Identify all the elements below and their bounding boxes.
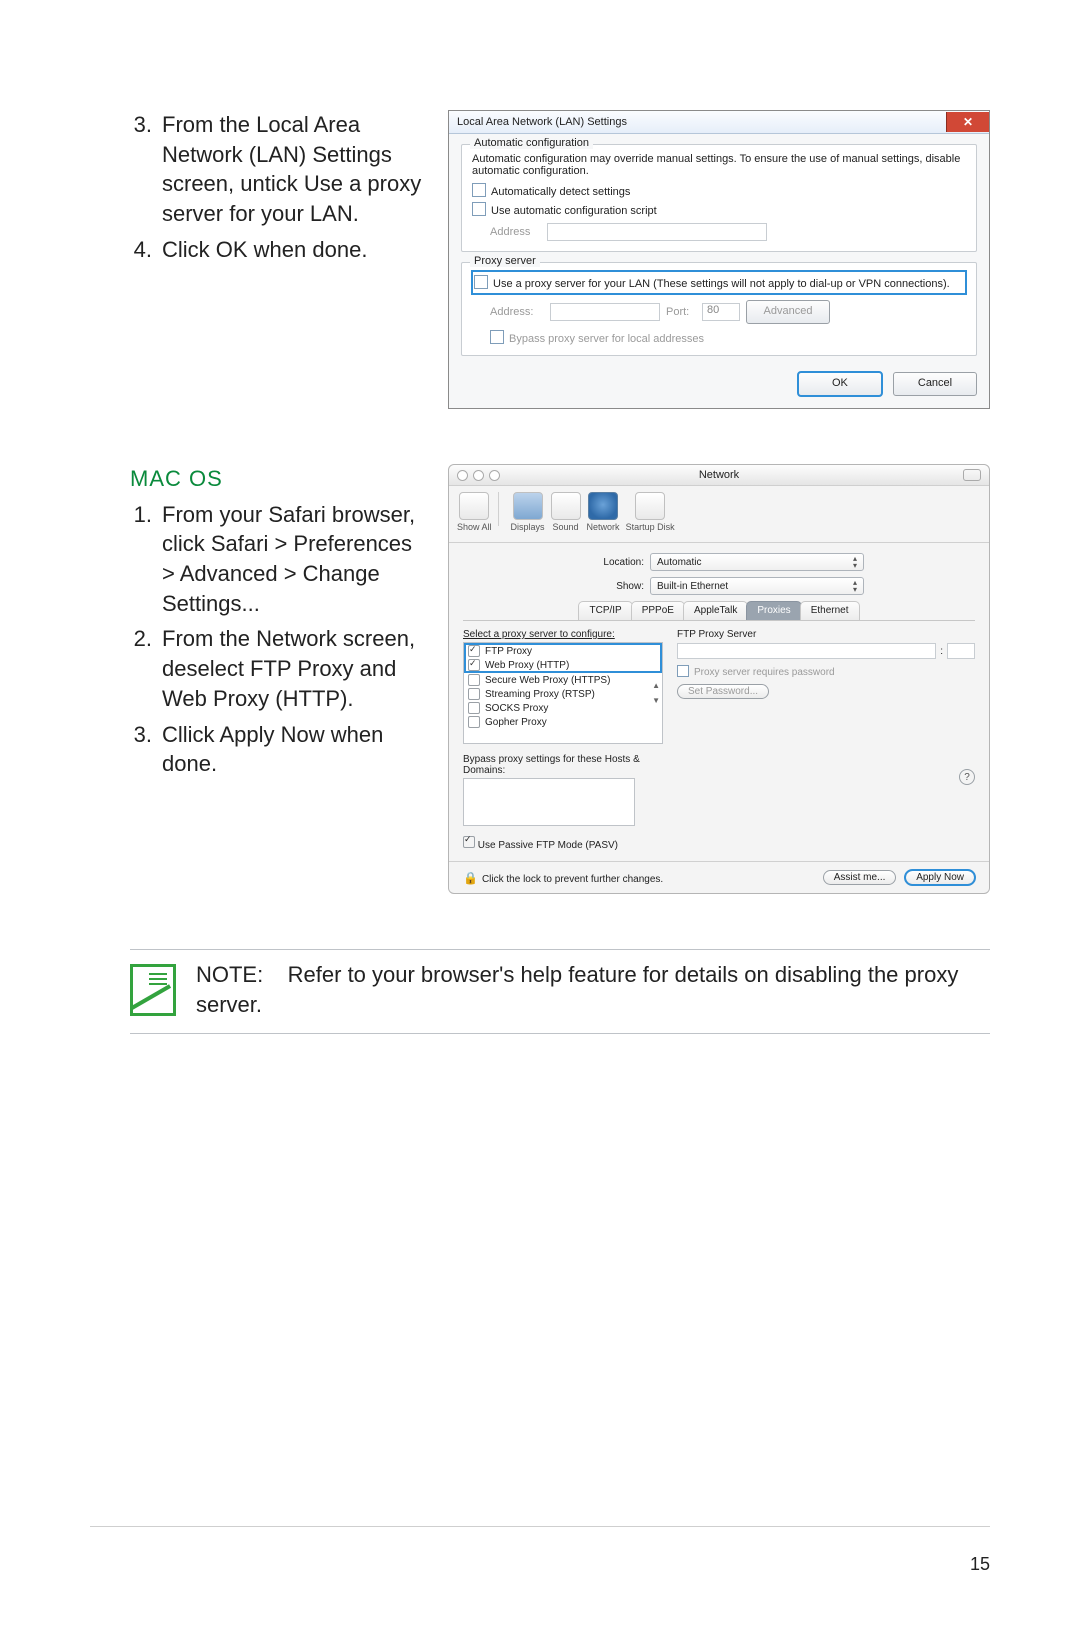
step-number: 3. [130, 110, 152, 229]
requires-pw-label: Proxy server requires password [694, 667, 835, 678]
step-text: From the Local Area Network (LAN) Settin… [162, 110, 430, 229]
assist-button[interactable]: Assist me... [823, 870, 897, 885]
set-password-button[interactable]: Set Password... [677, 684, 769, 699]
step-number: 1. [130, 500, 152, 619]
help-button[interactable]: ? [959, 769, 975, 785]
web-proxy-checkbox[interactable] [468, 659, 480, 671]
mac-title: Network [699, 469, 739, 481]
bypass-hosts-label: Bypass proxy settings for these Hosts & … [463, 754, 663, 776]
location-select[interactable]: Automatic▴▾ [650, 553, 864, 571]
close-button[interactable]: ✕ [946, 112, 989, 132]
auto-address-field[interactable] [547, 223, 767, 241]
dialog-title: Local Area Network (LAN) Settings [457, 116, 627, 128]
stream-proxy-item[interactable]: Streaming Proxy (RTSP) [464, 687, 662, 701]
step-number: 3. [130, 720, 152, 779]
mac-network-dialog: Network Show All Displays Sound Network … [448, 464, 990, 894]
toolbar-toggle[interactable] [963, 469, 981, 481]
location-label: Location: [574, 557, 644, 568]
show-select[interactable]: Built-in Ethernet▴▾ [650, 577, 864, 595]
cancel-button[interactable]: Cancel [893, 372, 977, 396]
auto-script-label: Use automatic configuration script [491, 205, 657, 217]
tab-proxies[interactable]: Proxies [746, 601, 801, 620]
network-button[interactable]: Network [587, 492, 620, 532]
ftp-server-label: FTP Proxy Server [677, 629, 975, 640]
tab-tcpip[interactable]: TCP/IP [578, 601, 632, 620]
apply-now-button[interactable]: Apply Now [905, 870, 975, 885]
auto-detect-label: Automatically detect settings [491, 186, 630, 198]
web-proxy-item[interactable]: Web Proxy (HTTP) [464, 658, 662, 672]
list-reorder-arrows[interactable]: ▲▼ [652, 681, 660, 705]
note-text: Refer to your browser's help feature for… [196, 962, 958, 1017]
instructions-windows: 3.From the Local Area Network (LAN) Sett… [130, 110, 430, 270]
socks-proxy-item[interactable]: SOCKS Proxy [464, 701, 662, 715]
tab-pppoe[interactable]: PPPoE [631, 601, 685, 620]
show-label: Show: [574, 581, 644, 592]
auto-desc: Automatic configuration may override man… [472, 153, 966, 177]
step-text: From the Network screen, deselect FTP Pr… [162, 624, 430, 713]
lan-settings-dialog: Local Area Network (LAN) Settings ✕ Auto… [448, 110, 990, 409]
step-number: 2. [130, 624, 152, 713]
ftp-server-port[interactable] [947, 643, 975, 659]
group-auto-title: Automatic configuration [470, 137, 593, 149]
pasv-label: Use Passive FTP Mode (PASV) [478, 840, 618, 851]
lock-icon[interactable]: 🔒 [463, 871, 478, 885]
ftp-proxy-checkbox[interactable] [468, 645, 480, 657]
bypass-label: Bypass proxy server for local addresses [509, 333, 704, 345]
secure-proxy-item[interactable]: Secure Web Proxy (HTTPS) [464, 673, 662, 687]
ok-button[interactable]: OK [798, 372, 882, 396]
tab-appletalk[interactable]: AppleTalk [683, 601, 748, 620]
step-text: From your Safari browser, click Safari >… [162, 500, 430, 619]
pasv-checkbox[interactable]: ✓ [463, 836, 475, 848]
ftp-proxy-item[interactable]: FTP Proxy [464, 644, 662, 658]
proxy-address-field[interactable] [550, 303, 660, 321]
group-proxy-title: Proxy server [470, 255, 540, 267]
gopher-proxy-item[interactable]: Gopher Proxy [464, 715, 662, 729]
tab-ethernet[interactable]: Ethernet [800, 601, 860, 620]
traffic-lights[interactable] [457, 470, 500, 481]
footer-rule [90, 1526, 990, 1527]
proxy-list: FTP Proxy Web Proxy (HTTP) Secure Web Pr… [463, 642, 663, 744]
sound-button[interactable]: Sound [551, 492, 581, 532]
lock-text: Click the lock to prevent further change… [482, 874, 663, 885]
auto-script-checkbox[interactable] [472, 202, 486, 216]
displays-button[interactable]: Displays [511, 492, 545, 532]
tab-bar: TCP/IP PPPoE AppleTalk Proxies Ethernet [463, 601, 975, 621]
macos-heading: MAC OS [130, 464, 430, 494]
proxy-port-field[interactable]: 80 [702, 303, 740, 321]
proxy-address-label: Address: [490, 306, 544, 318]
instructions-mac: MAC OS 1.From your Safari browser, click… [130, 464, 430, 785]
note-block: NOTE: Refer to your browser's help featu… [130, 949, 990, 1034]
note-icon [130, 964, 176, 1016]
bypass-checkbox[interactable] [490, 330, 504, 344]
requires-pw-checkbox[interactable] [677, 665, 689, 677]
startup-button[interactable]: Startup Disk [626, 492, 675, 532]
proxy-port-label: Port: [666, 306, 696, 318]
step-number: 4. [130, 235, 152, 265]
auto-detect-checkbox[interactable] [472, 183, 486, 197]
showall-button[interactable]: Show All [457, 492, 492, 532]
page-number: 15 [970, 1554, 990, 1575]
address-label: Address [490, 226, 544, 238]
use-proxy-label: Use a proxy server for your LAN (These s… [493, 278, 950, 290]
use-proxy-checkbox[interactable] [474, 275, 488, 289]
select-proxy-label: Select a proxy server to configure: [463, 629, 663, 640]
step-text: Click OK when done. [162, 235, 367, 265]
step-text: Cllick Apply Now when done. [162, 720, 430, 779]
mac-toolbar: Show All Displays Sound Network Startup … [449, 486, 989, 543]
advanced-button[interactable]: Advanced [746, 300, 830, 324]
note-label: NOTE: [196, 962, 263, 987]
bypass-hosts-field[interactable] [463, 778, 635, 826]
ftp-server-host[interactable] [677, 643, 936, 659]
